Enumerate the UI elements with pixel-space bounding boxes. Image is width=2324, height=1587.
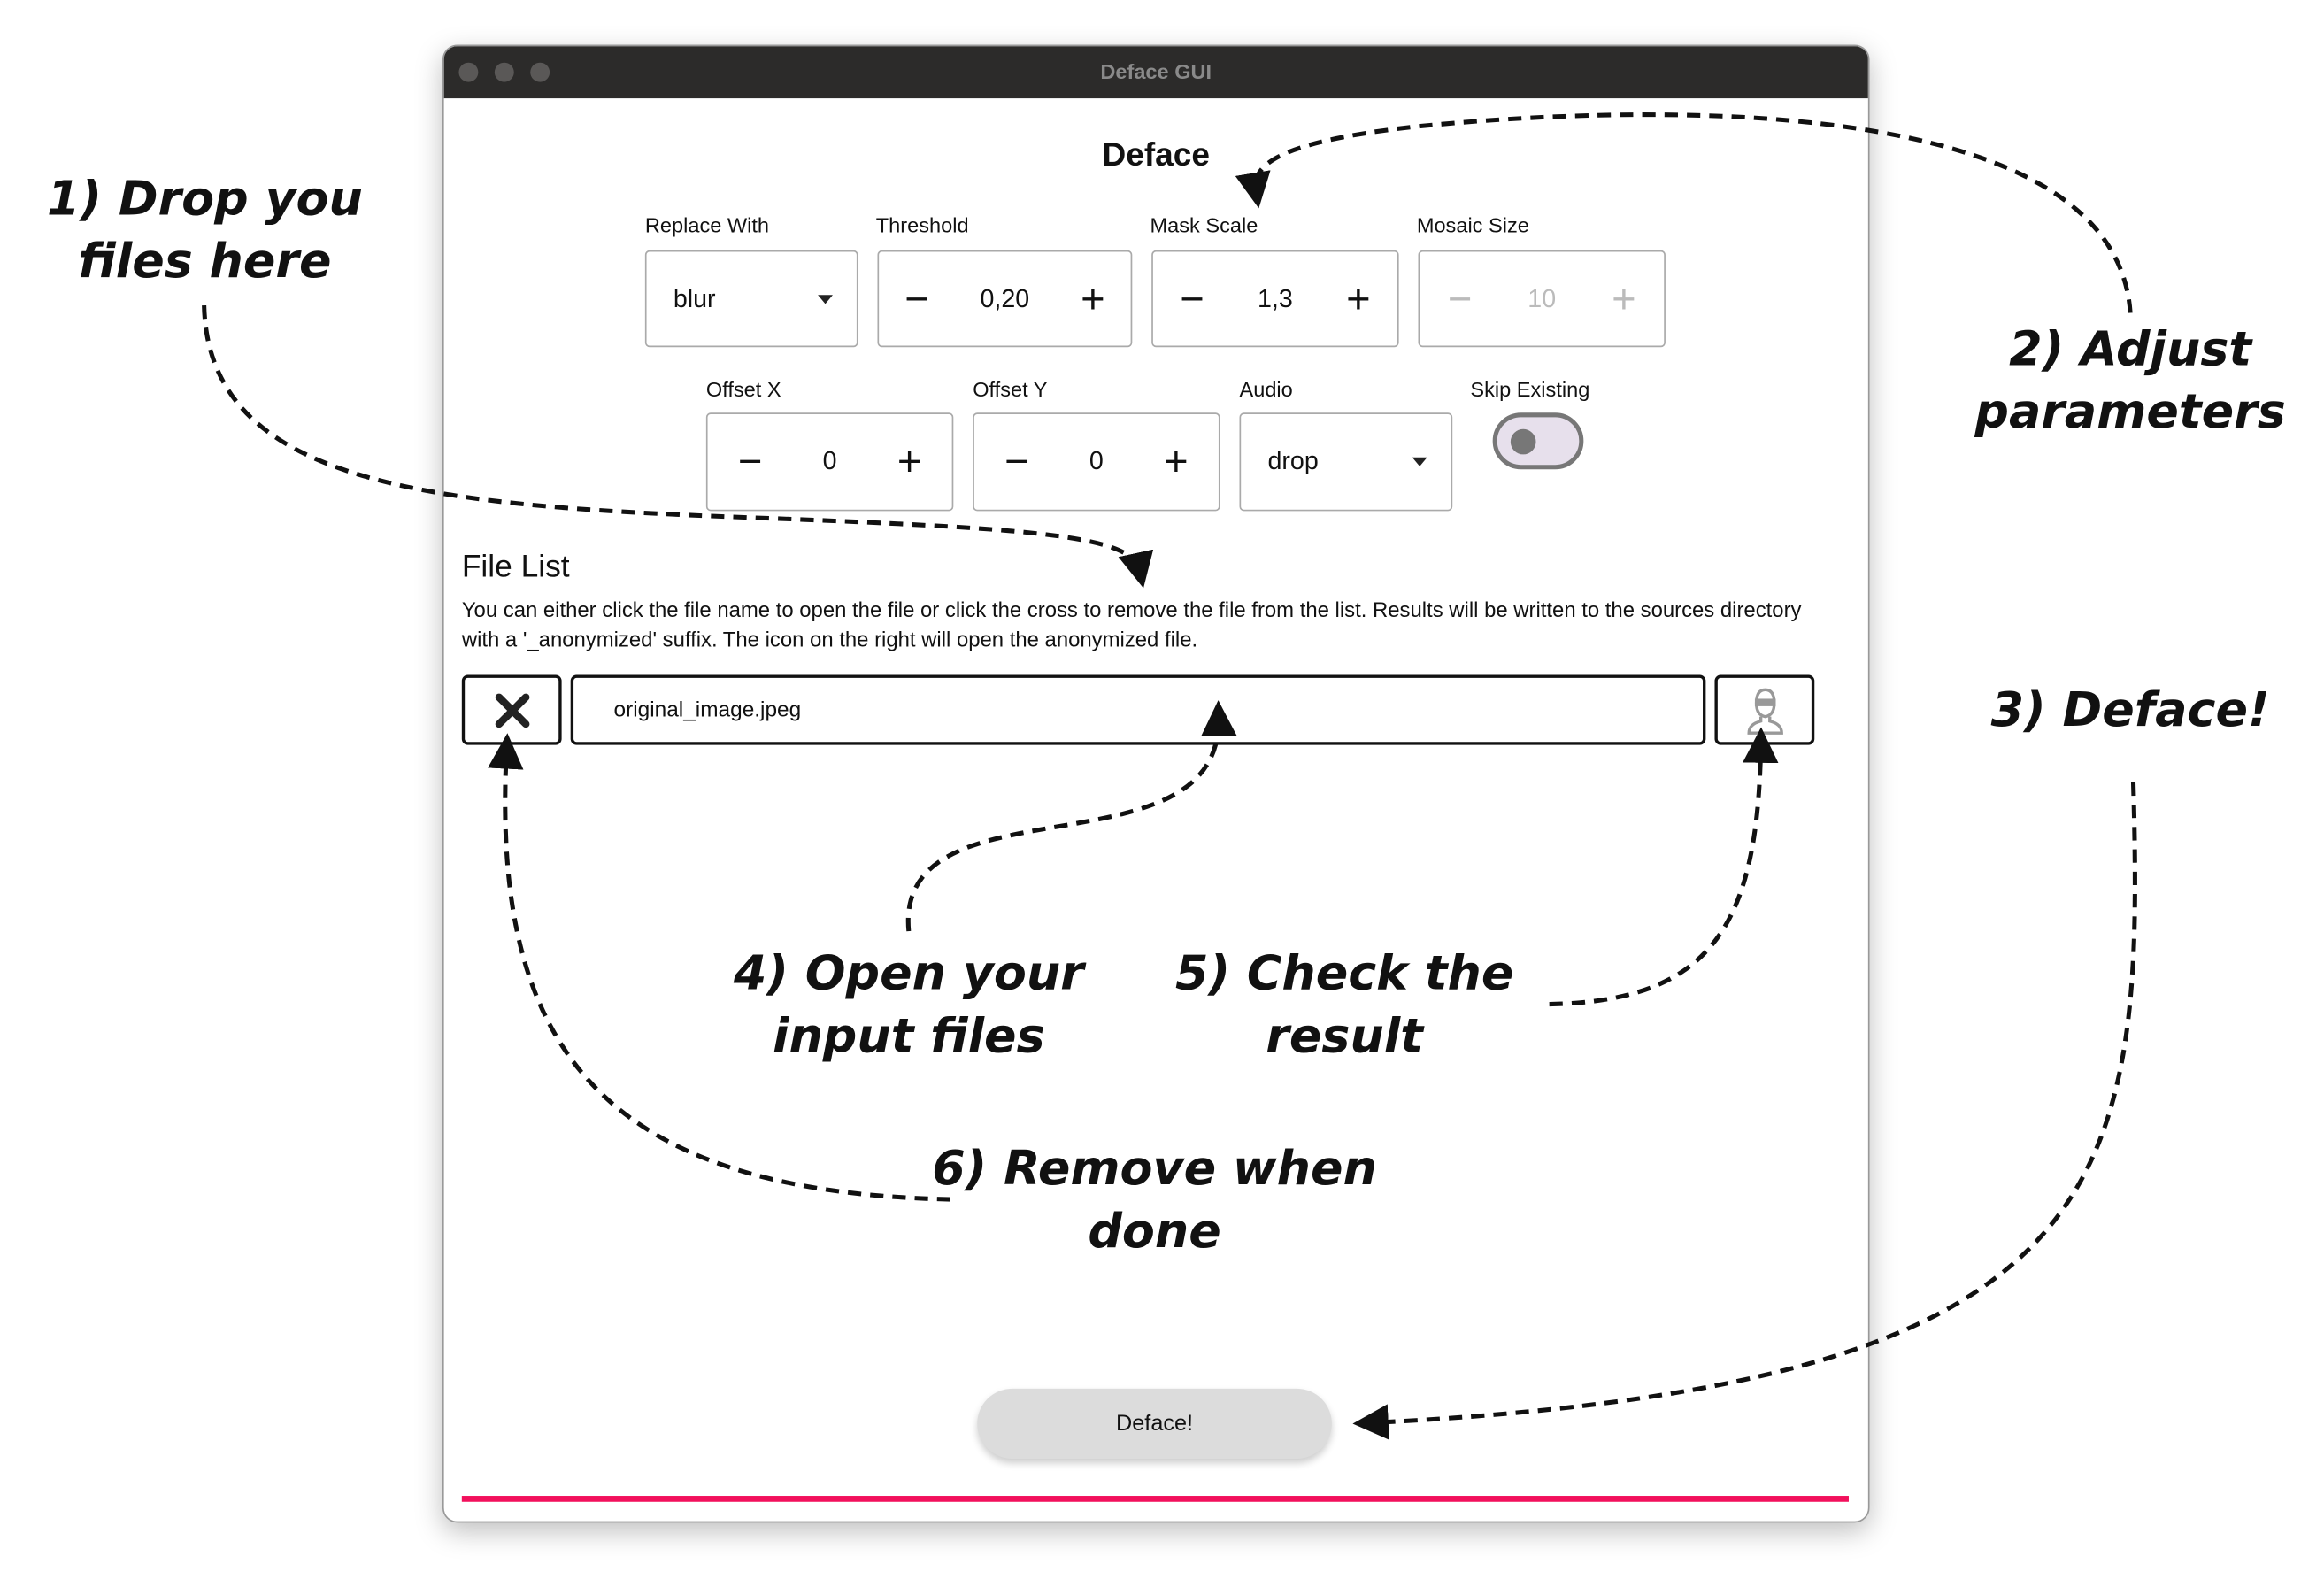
annotation-5: 5) Check the result	[1174, 944, 1514, 1064]
arrow-4	[905, 700, 1237, 932]
arrow-3	[1352, 782, 2137, 1440]
annotation-4: 4) Open your input files	[733, 944, 1084, 1064]
annotation-2: 2) Adjust parameters	[1974, 320, 2286, 440]
annotation-3: 3) Deface!	[1990, 681, 2270, 738]
arrow-2	[1235, 112, 2133, 313]
arrow-5	[1549, 727, 1779, 1007]
annotation-6: 6) Remove when done	[932, 1139, 1377, 1260]
annotation-1: 1) Drop you files here	[46, 169, 363, 289]
arrow-1	[202, 305, 1154, 589]
stage: Deface GUI Deface Replace With blur Thre…	[0, 0, 2324, 1587]
